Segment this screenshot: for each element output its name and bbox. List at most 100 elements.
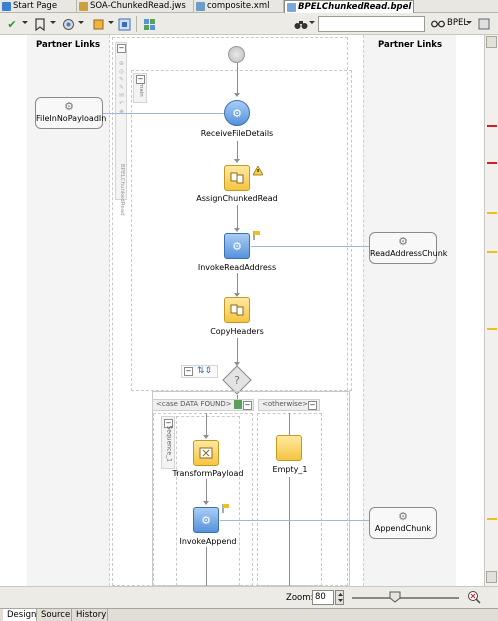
main-scope-label: main — [138, 83, 144, 97]
partner-links-title: Partner Links — [35, 40, 101, 50]
warning-marker[interactable] — [487, 518, 497, 520]
start-node[interactable] — [228, 46, 245, 63]
partner-link-read-address[interactable]: ⚙ ReadAddressChunk — [369, 232, 447, 264]
partner-links-title: Partner Links — [377, 40, 443, 50]
collapse-icon[interactable]: − — [308, 401, 317, 410]
partner-link-label: FileInNoPayloadIn — [36, 114, 107, 123]
copy-headers-activity[interactable] — [224, 297, 250, 323]
tab-design[interactable]: Design — [3, 609, 37, 621]
partner-link-file-in[interactable]: ⚙ FileInNoPayloadIn — [35, 97, 107, 129]
zoom-spinner[interactable] — [335, 590, 344, 605]
chevron-down-icon[interactable] — [466, 21, 472, 24]
flow-arrow — [203, 501, 209, 505]
chevron-down-icon[interactable] — [50, 21, 56, 24]
bpel-menu[interactable]: BPEL — [447, 18, 468, 28]
collapse-icon[interactable]: − — [243, 401, 252, 410]
receive-activity-label: ReceiveFileDetails — [200, 129, 274, 138]
gear-icon: ⚙ — [398, 235, 408, 248]
invoke-append-activity[interactable]: ⚙ — [193, 507, 219, 533]
search-input[interactable] — [318, 16, 425, 32]
xml-file-icon — [196, 2, 205, 11]
editor-tabs: Start Page SOA-ChunkedRead.jws composite… — [0, 0, 498, 14]
flow-line — [206, 479, 207, 503]
tab-label: SOA-ChunkedRead.jws — [90, 1, 186, 11]
svg-text:?: ? — [234, 374, 240, 387]
warning-marker[interactable] — [487, 212, 497, 214]
validate-icon[interactable]: ✔ — [4, 16, 20, 32]
flow-line — [289, 477, 290, 586]
tab-soa-chunkedread-jws[interactable]: SOA-ChunkedRead.jws — [77, 0, 194, 13]
zoom-fit-icon[interactable] — [467, 590, 481, 604]
compensation-icon[interactable]: ↶ — [117, 100, 126, 108]
chevron-down-icon[interactable] — [78, 21, 84, 24]
collapse-icon[interactable]: − — [117, 44, 126, 53]
tab-label: BPELChunkedRead.bpel — [298, 2, 412, 12]
settings-icon[interactable] — [60, 16, 76, 32]
tab-bpelchunkedread-bpel[interactable]: BPELChunkedRead.bpel — [284, 0, 414, 14]
editor-toolbar: ✔ BPEL — [0, 13, 498, 35]
tab-history[interactable]: History — [72, 609, 108, 621]
gear-icon: ⚙ — [64, 100, 74, 113]
flag-icon — [222, 504, 230, 513]
invoke-append-activity-label: InvokeAppend — [179, 537, 237, 546]
termination-icon[interactable]: ◈ — [117, 108, 126, 116]
tools-icon[interactable] — [90, 16, 106, 32]
editor-mode-tabs: Design Source History — [0, 608, 498, 621]
start-page-icon — [2, 2, 11, 11]
correlation-icon[interactable]: ◎ — [117, 68, 126, 76]
tab-composite-xml[interactable]: composite.xml — [194, 0, 284, 13]
flow-arrow — [203, 435, 209, 439]
chevron-down-icon[interactable] — [108, 21, 114, 24]
chevron-down-icon[interactable] — [309, 21, 315, 24]
error-marker[interactable] — [487, 125, 497, 127]
assign-activity[interactable] — [224, 165, 250, 191]
event-handler-icon[interactable]: ✉ — [117, 92, 126, 100]
zoom-slider-thumb[interactable] — [389, 591, 401, 603]
assign-activity-label: AssignChunkedRead — [196, 194, 278, 203]
empty-activity-label: Empty_1 — [272, 465, 308, 474]
receive-activity[interactable]: ⚙ — [224, 100, 250, 126]
overview-scrollbar[interactable] — [484, 35, 498, 586]
warning-marker[interactable] — [487, 328, 497, 330]
scroll-up-button[interactable] — [486, 36, 497, 48]
fault-handler-icon[interactable]: ✎ — [117, 84, 126, 92]
process-name-label: BPELChunkedRead — [119, 164, 125, 216]
invoke-read-activity[interactable]: ⚙ — [224, 233, 250, 259]
zoom-label: Zoom: — [286, 593, 314, 603]
diagram-view-icon[interactable] — [116, 16, 132, 32]
switch-case-icons[interactable]: ⇅⇕ — [197, 366, 212, 376]
partner-link-append-chunk[interactable]: ⚙ AppendChunk — [369, 507, 437, 539]
invoke-read-activity-label: InvokeReadAddress — [197, 263, 277, 272]
collapse-icon[interactable]: − — [184, 367, 193, 376]
flow-arrow — [234, 159, 240, 163]
wire-invoke-read — [251, 246, 369, 247]
condition-icon[interactable] — [234, 400, 242, 409]
zoom-input[interactable]: 80 — [312, 590, 334, 605]
flow-line — [237, 63, 238, 95]
warning-marker[interactable] — [487, 251, 497, 253]
bookmark-icon[interactable] — [32, 16, 48, 32]
flag-icon — [253, 231, 261, 240]
bpel-design-canvas[interactable]: Partner Links Partner Links − ⊕ ◎ ✎ ✎ ✉ … — [0, 35, 484, 586]
error-marker[interactable] — [487, 162, 497, 164]
wire-receive — [103, 113, 224, 114]
flow-line — [237, 273, 238, 295]
chevron-down-icon[interactable] — [22, 21, 28, 24]
flow-line — [206, 547, 207, 586]
binoculars-icon[interactable] — [293, 16, 309, 32]
variable-icon[interactable]: ⊕ — [117, 60, 126, 68]
transform-activity-label: TransformPayload — [172, 469, 244, 478]
scroll-down-button[interactable] — [486, 571, 497, 583]
transform-activity[interactable] — [193, 440, 219, 466]
property-icon[interactable]: ✎ — [117, 76, 126, 84]
wire-invoke-append — [220, 520, 369, 521]
sequence-label: Sequence_1 — [165, 425, 173, 462]
warning-icon[interactable] — [252, 165, 264, 176]
grid-icon[interactable] — [141, 16, 157, 32]
tab-source[interactable]: Source — [37, 609, 72, 621]
help-icon[interactable] — [476, 16, 492, 32]
flow-line — [289, 413, 290, 435]
tab-start-page[interactable]: Start Page — [0, 0, 77, 13]
zoom-slider-track[interactable] — [352, 597, 459, 599]
empty-activity[interactable] — [276, 435, 302, 461]
